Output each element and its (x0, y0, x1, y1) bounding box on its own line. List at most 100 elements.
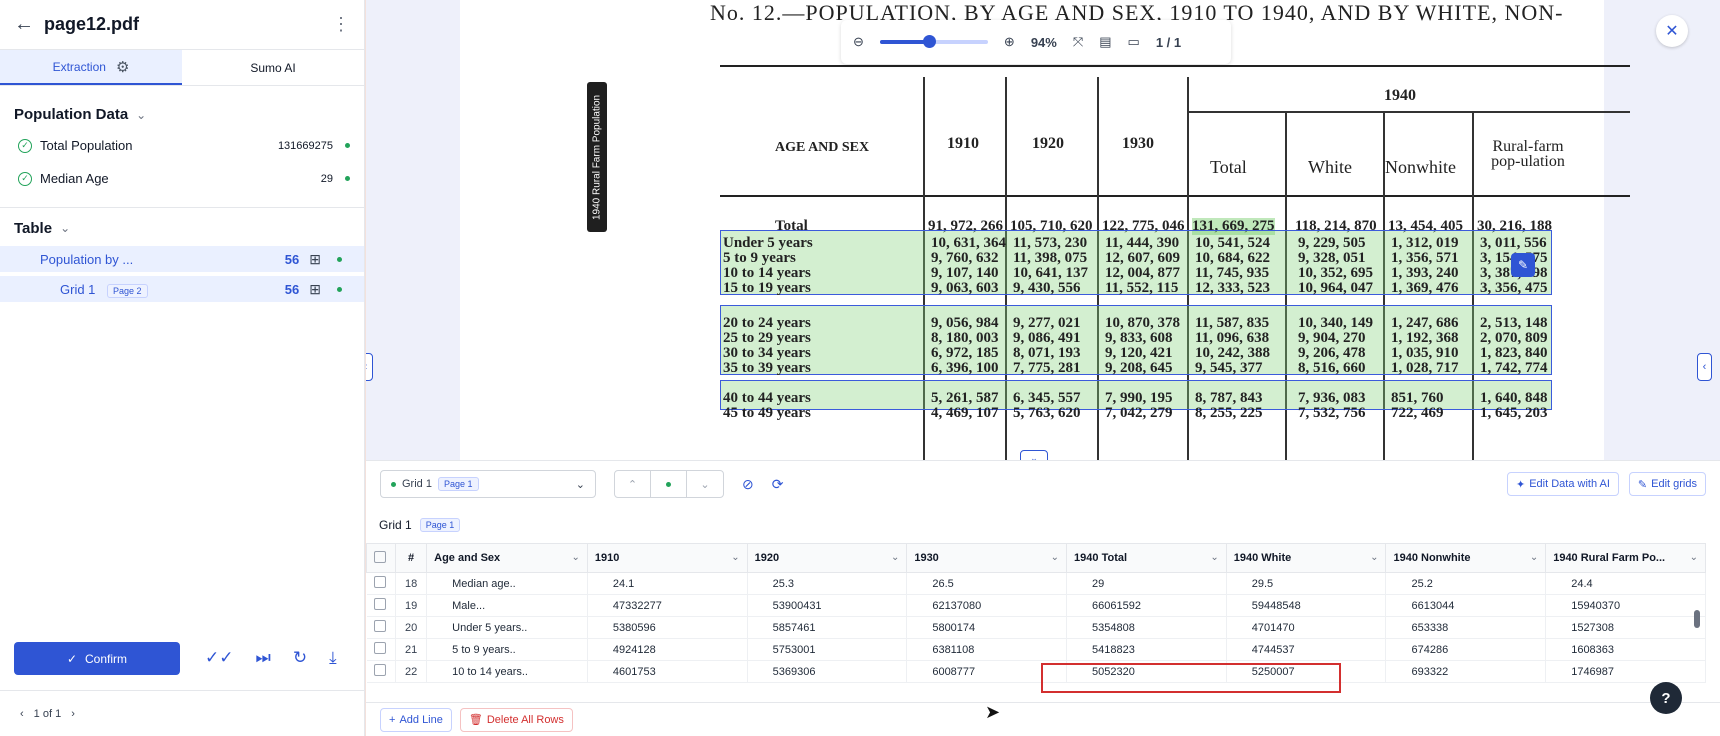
column-header[interactable]: 1940 Rural Farm Po... ⌄ (1545, 543, 1706, 573)
column-header[interactable]: 1910 ⌄ (586, 543, 748, 573)
chevron-down-icon[interactable]: ⌄ (891, 552, 899, 563)
grid-cell[interactable]: 1746987 (1545, 660, 1706, 683)
grid-cell[interactable]: 59448548 (1226, 594, 1387, 617)
grid-cell[interactable]: 25.3 (747, 572, 908, 595)
table-item-population[interactable]: Population by ... 56 ⊞ (0, 246, 364, 272)
grid-cell[interactable]: 5380596 (587, 616, 748, 639)
zoom-in-icon[interactable]: ⊕ (1004, 34, 1015, 50)
expand-down-icon[interactable]: ⌄ (1020, 450, 1048, 460)
chevron-down-icon[interactable]: ⌄ (572, 552, 580, 563)
table-item-grid1[interactable]: Grid 1 Page 2 56 ⊞ (0, 276, 364, 302)
grid-cell[interactable]: 1608363 (1545, 638, 1706, 661)
nav-up-icon[interactable]: ⌃ (615, 471, 651, 497)
column-header[interactable]: Age and Sex ⌄ (426, 543, 588, 573)
nav-down-icon[interactable]: ⌄ (687, 471, 723, 497)
collapse-left-icon[interactable]: ‹ (366, 353, 373, 381)
table-row[interactable]: 22 10 to 14 years.. 4601753 5369306 6008777 5… (366, 660, 1706, 683)
refresh-icon[interactable]: ↻ (293, 648, 307, 668)
confirm-button[interactable]: ✓ Confirm (14, 642, 180, 675)
edit-data-ai-button[interactable]: ✦ Edit Data with AI (1506, 472, 1619, 496)
grid-cell[interactable]: 24.4 (1545, 572, 1706, 595)
gear-icon[interactable]: ⚙ (116, 58, 129, 76)
row-checkbox[interactable] (366, 638, 397, 661)
fit-screen-icon[interactable]: ⤧ (1073, 34, 1083, 50)
grid-icon[interactable]: ⊞ (309, 281, 321, 298)
table-row[interactable]: 18 Median age.. 24.1 25.3 26.5 29 29.5 25.2 24.4 (366, 572, 1706, 595)
column-header[interactable]: 1930 ⌄ (906, 543, 1068, 573)
zoom-slider-knob[interactable] (922, 35, 936, 48)
grid-selector[interactable]: Grid 1 Page 1 ⌄ (380, 470, 596, 498)
grid-cell[interactable]: 47332277 (587, 594, 748, 617)
collapse-right-icon[interactable]: ‹ (1697, 353, 1712, 381)
grid-cell[interactable]: 5369306 (747, 660, 908, 683)
table-row[interactable]: 21 5 to 9 years.. 4924128 5753001 6381108 541… (366, 638, 1706, 661)
chevron-down-icon[interactable]: ⌄ (60, 221, 70, 235)
tab-extraction[interactable]: Extraction ⚙ (0, 50, 182, 85)
grid-icon[interactable]: ⊞ (309, 251, 321, 268)
edit-pencil-icon[interactable]: ✎ (1511, 253, 1535, 277)
close-button[interactable]: ✕ (1656, 15, 1688, 47)
grid-cell[interactable]: Median age.. (426, 572, 588, 595)
grid-scrollbar[interactable] (1694, 610, 1700, 628)
chevron-down-icon[interactable]: ⌄ (731, 552, 739, 563)
grid-cell[interactable]: 6381108 (906, 638, 1068, 661)
zoom-slider[interactable] (879, 35, 988, 48)
grid-cell[interactable]: 5753001 (747, 638, 908, 661)
grid-cell[interactable]: 62137080 (906, 594, 1068, 617)
help-button[interactable]: ? (1650, 682, 1682, 714)
grid-cell[interactable]: 24.1 (587, 572, 748, 595)
column-header[interactable]: 1940 Nonwhite ⌄ (1385, 543, 1547, 573)
grid-cell[interactable]: 6613044 (1385, 594, 1547, 617)
chevron-down-icon[interactable]: ⌄ (1530, 552, 1538, 563)
page-icon[interactable]: ▭ (1128, 34, 1140, 50)
add-line-button[interactable]: + Add Line (380, 707, 452, 732)
tab-sumo-ai[interactable]: Sumo AI (182, 50, 364, 85)
row-checkbox[interactable] (366, 572, 397, 595)
grid-cell[interactable]: 10 to 14 years.. (426, 660, 588, 683)
grid-cell[interactable]: 15940370 (1545, 594, 1706, 617)
column-header[interactable]: 1920 ⌄ (746, 543, 908, 573)
grid-cell[interactable]: 66061592 (1066, 594, 1227, 617)
delete-all-rows-button[interactable]: 🗑 Delete All Rows (459, 707, 573, 732)
skip-next-icon[interactable]: ⏭ (256, 648, 271, 668)
chevron-down-icon[interactable]: ⌄ (1690, 552, 1698, 563)
fit-page-icon[interactable]: ▤ (1099, 34, 1111, 50)
chevron-down-icon[interactable]: ⌄ (136, 108, 146, 122)
field-total-population[interactable]: ✓ Total Population 131669275 (0, 129, 364, 162)
zoom-out-icon[interactable]: ⊖ (853, 34, 864, 50)
next-page-icon[interactable]: › (71, 708, 75, 720)
table-section-header[interactable]: Table ⌄ (0, 216, 364, 240)
grid-cell[interactable]: 5 to 9 years.. (426, 638, 588, 661)
grid-cell[interactable]: 4601753 (587, 660, 748, 683)
grid-cell[interactable]: 674286 (1385, 638, 1547, 661)
grid-cell[interactable]: 53900431 (747, 594, 908, 617)
select-all-checkbox[interactable] (365, 543, 397, 573)
download-icon[interactable]: ⤓ (329, 648, 337, 668)
prev-page-icon[interactable]: ‹ (20, 708, 24, 720)
grid-cell[interactable]: Under 5 years.. (426, 616, 588, 639)
grid-cell[interactable]: 29.5 (1226, 572, 1387, 595)
grid-cell[interactable]: 653338 (1385, 616, 1547, 639)
chevron-down-icon[interactable]: ⌄ (1051, 552, 1059, 563)
grid-cell[interactable]: 25.2 (1385, 572, 1547, 595)
double-check-icon[interactable]: ✓✓ (205, 648, 234, 668)
grid-cell[interactable]: 1527308 (1545, 616, 1706, 639)
grid-cell[interactable]: 4744537 (1226, 638, 1387, 661)
column-header[interactable]: 1940 White ⌄ (1225, 543, 1387, 573)
grid-cell[interactable]: 5418823 (1066, 638, 1227, 661)
table-row[interactable]: 19 Male... 47332277 53900431 62137080 6606159… (366, 594, 1706, 617)
back-arrow-icon[interactable]: ← (14, 13, 40, 36)
grid-cell[interactable]: 29 (1066, 572, 1227, 595)
grid-cell[interactable]: 5857461 (747, 616, 908, 639)
more-menu-icon[interactable]: ⋮ (332, 14, 350, 35)
population-section-header[interactable]: Population Data ⌄ (0, 106, 364, 123)
chevron-down-icon[interactable]: ⌄ (1370, 552, 1378, 563)
hide-icon[interactable]: ⊘ (742, 476, 754, 493)
refresh-grid-icon[interactable]: ⟳ (772, 476, 784, 493)
grid-cell[interactable]: 693322 (1385, 660, 1547, 683)
field-median-age[interactable]: ✓ Median Age 29 (0, 162, 364, 195)
nav-current-dot[interactable] (651, 471, 687, 497)
column-header[interactable]: 1940 Total ⌄ (1066, 543, 1227, 573)
grid-cell[interactable]: Male... (426, 594, 588, 617)
table-row[interactable]: 20 Under 5 years.. 5380596 5857461 5800174 53… (366, 616, 1706, 639)
